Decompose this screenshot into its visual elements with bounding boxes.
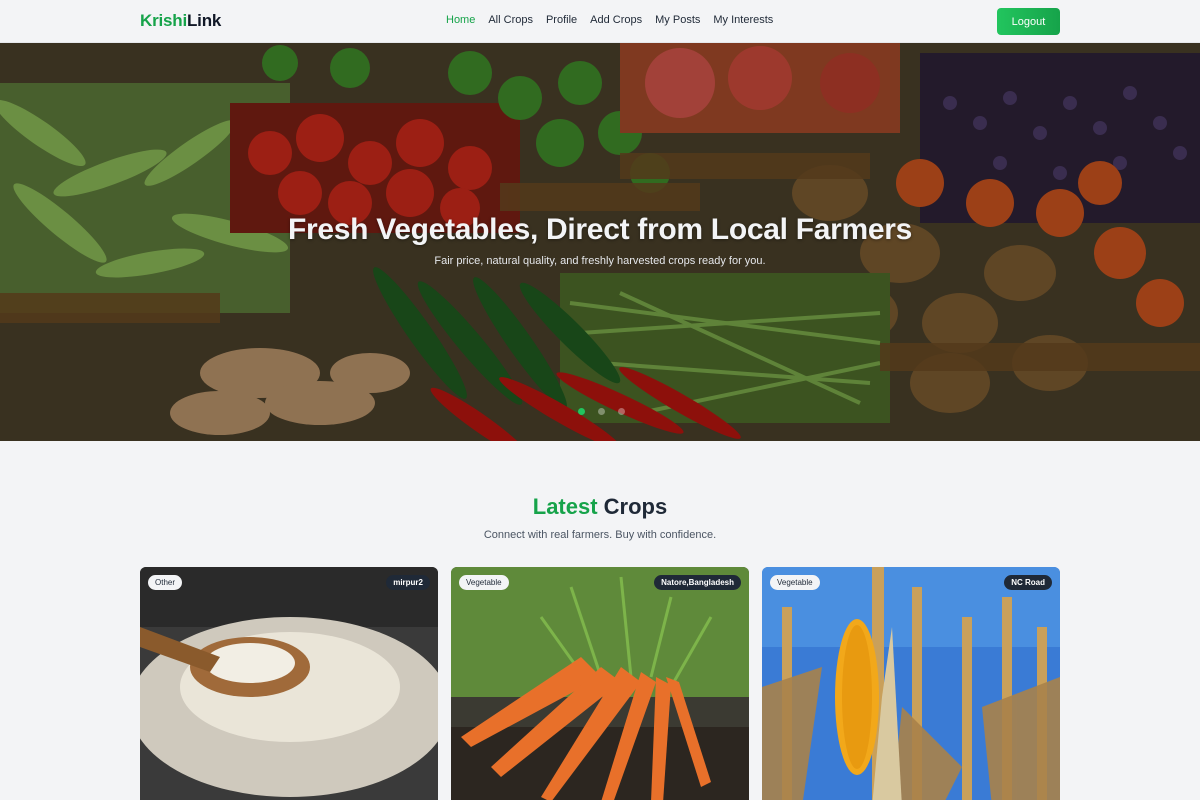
hero-title: Fresh Vegetables, Direct from Local Farm…	[287, 213, 912, 246]
brand-part2: Link	[186, 11, 222, 30]
category-badge: Other	[148, 575, 183, 590]
carousel-dots	[578, 408, 625, 415]
location-badge: NC Road	[1004, 575, 1052, 590]
location-badge: Natore,Bangladesh	[654, 575, 741, 590]
rice-image	[140, 567, 438, 800]
section-title-rest: Crops	[603, 494, 668, 519]
section-title-highlight: Latest	[532, 494, 598, 519]
nav-link-add-crops[interactable]: Add Crops	[590, 14, 642, 26]
nav-link-all-crops[interactable]: All Crops	[488, 14, 533, 26]
hero-carousel: Fresh Vegetables, Direct from Local Farm…	[0, 43, 1200, 441]
crop-card[interactable]: Other mirpur2	[140, 567, 438, 800]
carousel-dot-1[interactable]	[578, 408, 585, 415]
corn-image	[762, 567, 1060, 800]
crop-card[interactable]: Vegetable NC Road	[762, 567, 1060, 800]
nav-link-my-interests[interactable]: My Interests	[713, 14, 773, 26]
brand-part1: Krishi	[140, 11, 187, 30]
category-badge: Vegetable	[459, 575, 509, 590]
navbar: KrishiLink Home All Crops Profile Add Cr…	[0, 0, 1200, 43]
nav-link-my-posts[interactable]: My Posts	[655, 14, 700, 26]
carrots-image	[451, 567, 749, 800]
section-subtitle: Connect with real farmers. Buy with conf…	[483, 529, 717, 541]
location-badge: mirpur2	[386, 575, 430, 590]
category-badge: Vegetable	[770, 575, 820, 590]
section-title: Latest Crops	[0, 494, 1200, 520]
carousel-dot-3[interactable]	[618, 408, 625, 415]
crop-card[interactable]: Vegetable Natore,Bangladesh	[451, 567, 749, 800]
brand-logo[interactable]: KrishiLink	[140, 11, 221, 31]
nav-links: Home All Crops Profile Add Crops My Post…	[446, 14, 786, 26]
logout-button[interactable]: Logout	[997, 8, 1060, 35]
nav-link-profile[interactable]: Profile	[546, 14, 577, 26]
hero-subtitle: Fair price, natural quality, and freshly…	[434, 255, 766, 267]
carousel-dot-2[interactable]	[598, 408, 605, 415]
nav-link-home[interactable]: Home	[446, 14, 475, 26]
